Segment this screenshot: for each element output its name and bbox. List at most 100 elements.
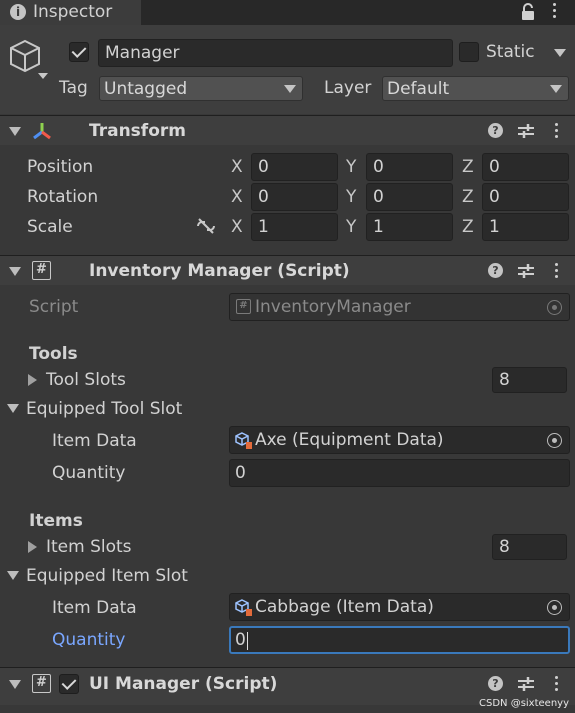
foldout-arrow-icon[interactable] — [7, 571, 19, 580]
tab-inspector[interactable]: i Inspector — [0, 0, 141, 25]
axis-z-label[interactable]: Z — [462, 156, 474, 178]
scriptable-object-icon — [235, 599, 253, 617]
item-quantity-value: 0 — [235, 630, 246, 650]
item-quantity-label: Quantity — [52, 630, 126, 650]
gameobject-cube-icon[interactable] — [6, 38, 50, 84]
layer-dropdown[interactable]: Default — [382, 76, 569, 101]
lock-icon[interactable] — [521, 3, 535, 21]
foldout-arrow-icon[interactable] — [7, 404, 19, 413]
item-slots-size-input[interactable]: 8 — [492, 534, 567, 560]
tool-slots-label[interactable]: Tool Slots — [46, 369, 126, 391]
item-item-data-value: Cabbage (Item Data) — [255, 597, 434, 617]
tools-header: Tools — [29, 344, 78, 364]
equipped-item-slot-label[interactable]: Equipped Item Slot — [26, 565, 188, 587]
rotation-z-input[interactable]: 0 — [482, 183, 569, 211]
script-label: Script — [29, 297, 79, 317]
script-hash-icon: # — [32, 261, 51, 280]
inventory-manager-title: Inventory Manager (Script) — [89, 261, 350, 281]
tag-label: Tag — [59, 78, 88, 98]
foldout-arrow-icon[interactable] — [9, 680, 21, 689]
script-file-icon: # — [236, 299, 251, 314]
script-field: # InventoryManager — [229, 293, 570, 321]
item-slots-size-value: 8 — [499, 537, 510, 557]
axis-z-label[interactable]: Z — [462, 216, 474, 238]
tool-slots-size-value: 8 — [499, 370, 510, 390]
script-value: InventoryManager — [255, 297, 411, 317]
tool-item-data-field[interactable]: Axe (Equipment Data) — [229, 426, 570, 454]
axis-x-label[interactable]: X — [231, 156, 243, 178]
ui-manager-enabled-checkbox[interactable] — [59, 674, 79, 694]
tool-slots-size-input[interactable]: 8 — [492, 367, 567, 393]
rotation-y-input[interactable]: 0 — [366, 183, 453, 211]
presets-sliders-icon[interactable] — [517, 262, 535, 280]
transform-axes-icon — [31, 121, 53, 141]
static-dropdown-icon[interactable] — [554, 49, 566, 57]
foldout-collapsed-icon[interactable] — [28, 374, 37, 386]
foldout-arrow-icon[interactable] — [9, 267, 21, 276]
scale-label: Scale — [27, 217, 73, 237]
object-name-input[interactable]: Manager — [98, 39, 453, 67]
script-hash-icon: # — [32, 674, 51, 693]
scriptable-object-icon — [235, 432, 253, 450]
scale-x-value: 1 — [258, 217, 269, 237]
static-checkbox[interactable] — [459, 42, 479, 62]
tab-menu-icon[interactable] — [553, 3, 557, 19]
scale-y-input[interactable]: 1 — [366, 213, 453, 241]
item-item-data-field[interactable]: Cabbage (Item Data) — [229, 593, 570, 621]
position-x-value: 0 — [258, 157, 269, 177]
tool-quantity-label: Quantity — [52, 463, 126, 483]
axis-y-label[interactable]: Y — [346, 156, 356, 178]
component-menu-icon[interactable] — [555, 676, 559, 692]
transform-title: Transform — [89, 121, 186, 141]
rotation-x-input[interactable]: 0 — [251, 183, 338, 211]
active-checkbox[interactable] — [69, 42, 89, 62]
position-z-value: 0 — [489, 157, 500, 177]
scale-z-value: 1 — [489, 217, 500, 237]
component-menu-icon[interactable] — [555, 263, 559, 279]
help-icon[interactable]: ? — [488, 123, 503, 138]
item-item-data-label: Item Data — [52, 598, 137, 618]
position-y-input[interactable]: 0 — [366, 153, 453, 181]
rotation-label: Rotation — [27, 187, 99, 207]
axis-x-label[interactable]: X — [231, 186, 243, 208]
axis-x-label[interactable]: X — [231, 216, 243, 238]
object-picker-icon[interactable] — [547, 600, 562, 615]
rotation-z-value: 0 — [489, 187, 500, 207]
axis-y-label[interactable]: Y — [346, 216, 356, 238]
foldout-collapsed-icon[interactable] — [28, 541, 37, 553]
unlinked-scale-icon[interactable] — [196, 217, 216, 235]
object-picker-icon — [547, 300, 562, 315]
help-icon[interactable]: ? — [488, 263, 503, 278]
help-icon[interactable]: ? — [488, 676, 503, 691]
watermark-text: CSDN @sixteenyy — [479, 698, 569, 709]
object-picker-icon[interactable] — [547, 433, 562, 448]
component-menu-icon[interactable] — [555, 123, 559, 139]
static-label: Static — [486, 42, 535, 62]
chevron-down-icon — [550, 85, 562, 93]
position-x-input[interactable]: 0 — [251, 153, 338, 181]
info-icon: i — [10, 4, 26, 20]
axis-y-label[interactable]: Y — [346, 186, 356, 208]
tool-quantity-value: 0 — [235, 463, 246, 483]
tag-value: Untagged — [104, 79, 188, 99]
scale-x-input[interactable]: 1 — [251, 213, 338, 241]
position-label: Position — [27, 157, 94, 177]
tag-dropdown[interactable]: Untagged — [99, 76, 303, 101]
position-z-input[interactable]: 0 — [482, 153, 569, 181]
foldout-arrow-icon[interactable] — [9, 127, 21, 136]
equipped-tool-slot-label[interactable]: Equipped Tool Slot — [26, 398, 182, 420]
tab-title: Inspector — [33, 2, 113, 22]
item-slots-label[interactable]: Item Slots — [46, 536, 132, 558]
axis-z-label[interactable]: Z — [462, 186, 474, 208]
presets-sliders-icon[interactable] — [517, 122, 535, 140]
ui-manager-title: UI Manager (Script) — [89, 674, 278, 694]
tool-item-data-value: Axe (Equipment Data) — [255, 430, 444, 450]
items-header: Items — [29, 511, 83, 531]
text-cursor — [247, 632, 248, 650]
presets-sliders-icon[interactable] — [517, 675, 535, 693]
scale-z-input[interactable]: 1 — [482, 213, 569, 241]
rotation-y-value: 0 — [373, 187, 384, 207]
scale-y-value: 1 — [373, 217, 384, 237]
item-quantity-input[interactable]: 0 — [229, 626, 570, 654]
tool-quantity-input[interactable]: 0 — [229, 459, 570, 487]
